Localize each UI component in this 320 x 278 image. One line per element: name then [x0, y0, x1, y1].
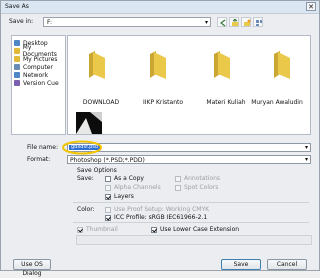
save-in-select[interactable]: F: ▾ — [43, 17, 211, 27]
image-preview-icon — [76, 112, 102, 134]
sidebar-item-computer[interactable]: Computer — [14, 63, 53, 71]
new-folder-button[interactable] — [241, 17, 251, 27]
window-title: Save As — [5, 3, 29, 10]
annotations-checkbox[interactable]: Annotations — [175, 175, 220, 182]
folder-icon — [150, 51, 166, 79]
checkbox-box[interactable] — [105, 184, 111, 191]
sidebar-item-my-pictures[interactable]: My Pictures — [14, 55, 57, 63]
folder-item[interactable] — [81, 50, 121, 86]
folder-item[interactable] — [266, 50, 306, 86]
views-menu-button[interactable] — [253, 17, 263, 27]
save-in-label: Save in: — [9, 18, 34, 25]
title-bar: Save As ✕ — [1, 1, 319, 14]
icc-profile-checkbox[interactable]: ICC Profile: sRGB IEC61966-2.1 — [105, 214, 207, 221]
chevron-down-icon: ▾ — [304, 156, 308, 163]
folder-item[interactable] — [142, 50, 182, 86]
documents-icon — [14, 48, 20, 54]
folder-icon — [274, 51, 290, 79]
file-list: DOWNLOAD IIKP Kristanto Materi Kuliah Mu… — [67, 35, 311, 135]
icc-profile-label: ICC Profile: sRGB IEC61966-2.1 — [114, 214, 208, 221]
color-label: Color: — [77, 206, 95, 213]
folder-icon — [214, 51, 230, 79]
folder-label: IIKP Kristanto — [142, 99, 184, 106]
file-name-label: File name: — [27, 144, 58, 151]
thumbnail-label: Thumbnail — [86, 226, 118, 233]
checkbox-box[interactable] — [175, 184, 181, 191]
save-as-dialog: Save As ✕ Save in: F: ▾ Desktop My Docum… — [0, 0, 320, 277]
up-folder-icon — [232, 19, 238, 26]
save-options-heading: Save Options — [77, 167, 117, 174]
checkbox-box[interactable] — [105, 193, 111, 200]
divider — [73, 202, 309, 203]
sidebar-item-label: My Pictures — [23, 55, 58, 63]
save-label: Save: — [77, 175, 94, 182]
thumbnail-checkbox[interactable]: Thumbnail — [77, 226, 118, 233]
alpha-channels-checkbox[interactable]: Alpha Channels — [105, 184, 161, 191]
back-button[interactable] — [217, 17, 227, 27]
lower-case-extension-label: Use Lower Case Extension — [160, 226, 240, 233]
places-sidebar: Desktop My Documents My Pictures Compute… — [11, 35, 66, 135]
format-select[interactable]: Photoshop (*.PSD;*.PDD) ▾ — [67, 155, 311, 164]
folder-label: DOWNLOAD — [82, 99, 120, 106]
save-in-value: F: — [47, 19, 53, 26]
as-copy-label: As a Copy — [114, 175, 144, 182]
sidebar-item-network[interactable]: Network — [14, 71, 48, 79]
back-arrow-icon — [220, 19, 226, 27]
views-icon — [256, 20, 262, 26]
close-button[interactable]: ✕ — [306, 2, 316, 11]
desktop-icon — [14, 40, 20, 46]
image-thumbnail[interactable] — [76, 112, 102, 134]
chevron-down-icon: ▾ — [304, 144, 308, 151]
sidebar-item-label: Version Cue — [23, 79, 59, 87]
divider — [73, 222, 309, 223]
save-button[interactable]: Save — [221, 259, 261, 270]
file-name-input[interactable]: gdxdsf.psd ▾ — [67, 143, 311, 152]
sidebar-item-my-documents[interactable]: My Documents — [14, 44, 65, 58]
as-copy-checkbox[interactable]: As a Copy — [105, 175, 144, 182]
use-os-dialog-button[interactable]: Use OS Dialog — [13, 259, 51, 277]
layers-label: Layers — [114, 193, 134, 200]
proof-setup-label: Use Proof Setup: Working CMYK — [114, 206, 210, 213]
sidebar-item-version-cue[interactable]: Version Cue — [14, 79, 59, 87]
lower-case-extension-checkbox[interactable]: Use Lower Case Extension — [151, 226, 239, 233]
checkbox-box[interactable] — [77, 226, 83, 233]
folder-icon — [89, 51, 105, 79]
notice-bar — [76, 235, 312, 245]
annotations-label: Annotations — [184, 175, 221, 182]
chevron-down-icon: ▾ — [204, 19, 208, 26]
save-in-row: Save in: F: ▾ — [9, 17, 311, 27]
spot-colors-label: Spot Colors — [184, 184, 219, 191]
sidebar-item-label: Network — [23, 71, 49, 79]
proof-setup-checkbox[interactable]: Use Proof Setup: Working CMYK — [105, 206, 209, 213]
up-folder-button[interactable] — [229, 17, 239, 27]
computer-icon — [14, 64, 20, 70]
checkbox-box[interactable] — [105, 175, 111, 182]
pictures-icon — [14, 56, 20, 62]
network-icon — [14, 72, 20, 78]
format-value: Photoshop (*.PSD;*.PDD) — [70, 157, 145, 164]
format-label: Format: — [27, 156, 51, 163]
spot-colors-checkbox[interactable]: Spot Colors — [175, 184, 218, 191]
folder-label: Muryan Awaludin — [251, 99, 303, 106]
version-cue-icon — [14, 80, 20, 86]
alpha-channels-label: Alpha Channels — [114, 184, 161, 191]
checkbox-box[interactable] — [175, 175, 181, 182]
sidebar-item-label: Computer — [23, 63, 53, 71]
cancel-button[interactable]: Cancel — [267, 259, 307, 270]
checkbox-box[interactable] — [151, 226, 157, 233]
folder-item[interactable] — [206, 50, 246, 86]
checkbox-box[interactable] — [105, 206, 111, 213]
new-folder-icon — [244, 19, 251, 26]
layers-checkbox[interactable]: Layers — [105, 193, 134, 200]
checkbox-box[interactable] — [105, 214, 111, 221]
highlight-oval — [62, 140, 102, 155]
